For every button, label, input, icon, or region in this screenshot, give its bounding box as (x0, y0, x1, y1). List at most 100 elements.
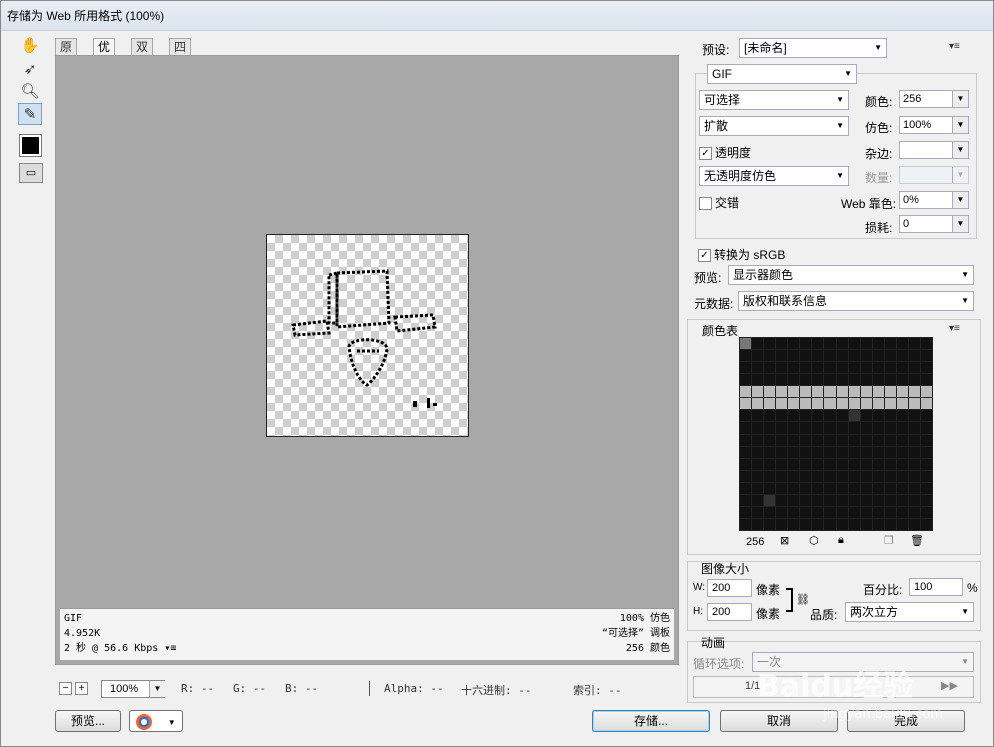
color-swatch[interactable] (848, 458, 860, 470)
color-swatch[interactable] (764, 446, 776, 458)
color-swatch[interactable] (872, 374, 884, 386)
color-swatch[interactable] (824, 410, 836, 422)
color-swatch[interactable] (740, 506, 752, 518)
play-icon[interactable]: ▶▶ (941, 679, 958, 692)
color-swatch[interactable] (884, 386, 896, 398)
color-swatch[interactable] (764, 350, 776, 362)
metadata-select[interactable]: 版权和联系信息 ▼ (738, 291, 974, 311)
color-swatch[interactable] (836, 518, 848, 530)
chevron-down-icon[interactable]: ▼ (168, 718, 176, 727)
color-swatch[interactable] (860, 446, 872, 458)
color-swatch[interactable] (836, 422, 848, 434)
color-swatch[interactable] (800, 434, 812, 446)
color-swatch[interactable] (908, 518, 920, 530)
color-swatch[interactable] (776, 506, 788, 518)
color-swatch[interactable] (788, 446, 800, 458)
color-swatch[interactable] (920, 494, 932, 506)
color-swatch[interactable] (824, 350, 836, 362)
zoom-in-button[interactable]: + (75, 682, 88, 695)
color-swatch[interactable] (884, 470, 896, 482)
color-swatch[interactable] (824, 362, 836, 374)
color-swatch[interactable] (836, 338, 848, 350)
color-swatch[interactable] (920, 446, 932, 458)
color-swatch[interactable] (812, 398, 824, 410)
color-swatch[interactable] (896, 494, 908, 506)
color-swatch[interactable] (764, 338, 776, 350)
color-swatch[interactable] (908, 506, 920, 518)
color-swatch[interactable] (812, 434, 824, 446)
color-swatch[interactable] (764, 482, 776, 494)
color-swatch[interactable] (920, 338, 932, 350)
color-swatch[interactable] (920, 398, 932, 410)
color-table-menu-icon[interactable]: ▾≡ (949, 323, 960, 334)
color-swatch[interactable] (908, 446, 920, 458)
color-swatch[interactable] (872, 350, 884, 362)
color-swatch[interactable] (848, 434, 860, 446)
color-swatch[interactable] (848, 494, 860, 506)
color-swatch[interactable] (896, 506, 908, 518)
color-swatch[interactable] (740, 518, 752, 530)
color-swatch[interactable] (836, 410, 848, 422)
slice-select-icon[interactable]: ➶ (18, 59, 42, 81)
color-swatch[interactable] (776, 446, 788, 458)
color-swatch[interactable] (776, 350, 788, 362)
color-swatch[interactable] (824, 422, 836, 434)
color-swatch[interactable] (800, 398, 812, 410)
color-swatch[interactable] (740, 338, 752, 350)
color-swatch[interactable] (764, 374, 776, 386)
color-swatch[interactable] (848, 470, 860, 482)
color-swatch[interactable] (896, 398, 908, 410)
color-swatch[interactable] (764, 458, 776, 470)
color-swatch[interactable] (764, 470, 776, 482)
color-swatch[interactable] (764, 518, 776, 530)
chain-link-icon[interactable]: ⛓ (796, 593, 810, 606)
color-swatch[interactable] (896, 362, 908, 374)
settings-menu-icon[interactable]: ▾≡ (949, 41, 960, 52)
color-swatch[interactable] (860, 518, 872, 530)
color-swatch[interactable] (896, 434, 908, 446)
color-swatch[interactable] (860, 482, 872, 494)
image-canvas[interactable] (266, 234, 469, 437)
color-swatch[interactable] (812, 374, 824, 386)
color-swatch[interactable] (764, 386, 776, 398)
color-swatch[interactable] (788, 398, 800, 410)
color-swatch[interactable] (860, 338, 872, 350)
color-swatch[interactable] (884, 518, 896, 530)
color-swatch[interactable] (800, 410, 812, 422)
trash-icon[interactable]: 🗑︎ (910, 534, 924, 547)
color-swatch[interactable] (884, 374, 896, 386)
color-swatch[interactable] (920, 386, 932, 398)
chevron-down-icon[interactable]: ▼ (149, 681, 165, 697)
color-swatch[interactable] (800, 446, 812, 458)
color-swatch[interactable] (812, 482, 824, 494)
transparency-checkbox[interactable]: ✓ 透明度 (699, 144, 751, 161)
color-swatch[interactable] (824, 482, 836, 494)
color-swatch[interactable] (740, 386, 752, 398)
color-swatch[interactable] (740, 350, 752, 362)
color-swatch[interactable] (752, 434, 764, 446)
preview-select[interactable]: 显示器颜色 ▼ (728, 265, 974, 285)
color-swatch[interactable] (752, 374, 764, 386)
color-swatch[interactable] (740, 422, 752, 434)
tab-original[interactable]: 原稿 (55, 38, 78, 70)
color-swatch[interactable] (800, 386, 812, 398)
save-button[interactable]: 存储... (592, 710, 710, 732)
color-swatch[interactable] (848, 518, 860, 530)
color-swatch[interactable] (752, 350, 764, 362)
color-swatch[interactable] (764, 398, 776, 410)
color-swatch[interactable] (752, 362, 764, 374)
color-swatch[interactable] (776, 374, 788, 386)
color-swatch[interactable] (800, 470, 812, 482)
color-swatch[interactable] (848, 398, 860, 410)
color-swatch[interactable] (896, 482, 908, 494)
color-swatch[interactable] (908, 350, 920, 362)
color-swatch[interactable] (860, 374, 872, 386)
color-swatch[interactable] (872, 446, 884, 458)
color-swatch[interactable] (884, 398, 896, 410)
interlaced-checkbox[interactable]: 交错 (699, 194, 739, 211)
color-swatch[interactable] (872, 506, 884, 518)
color-swatch[interactable] (824, 470, 836, 482)
lossy-select[interactable]: 0 ▼ (899, 215, 969, 233)
color-swatch[interactable] (800, 494, 812, 506)
dither-amount-select[interactable]: 100% ▼ (899, 116, 969, 134)
